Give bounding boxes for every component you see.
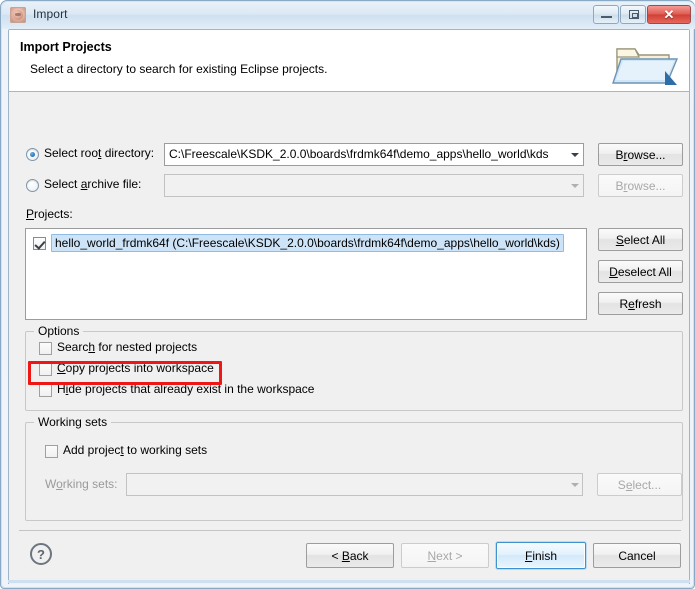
- window-title: Import: [33, 7, 68, 21]
- archive-file-label: Select archive file:: [44, 177, 142, 191]
- restore-icon: [629, 10, 639, 19]
- window-inner: Import ✕ Import Projects Select a direct…: [2, 2, 695, 587]
- browse-archive-label: Browse...: [615, 178, 666, 193]
- checkbox-hide-existing[interactable]: [39, 384, 52, 397]
- label-search-nested: Search for nested projects: [57, 340, 198, 354]
- next-label: Next >: [427, 548, 463, 563]
- checkbox-copy-projects[interactable]: [39, 363, 52, 376]
- browse-root-label: Browse...: [615, 147, 666, 162]
- deselect-all-label: Deselect All: [609, 264, 672, 279]
- select-all-button[interactable]: Select All: [598, 228, 683, 251]
- import-dialog-window: Import ✕ Import Projects Select a direct…: [0, 0, 695, 589]
- list-item[interactable]: hello_world_frdmk64f (C:\Freescale\KSDK_…: [33, 234, 564, 252]
- label-copy-projects: Copy projects into workspace: [57, 361, 214, 375]
- page-title: Import Projects: [20, 40, 112, 54]
- chevron-down-icon-working-sets[interactable]: [571, 483, 579, 487]
- root-directory-combo[interactable]: C:\Freescale\KSDK_2.0.0\boards\frdmk64f\…: [164, 143, 584, 166]
- options-group: Options Search for nested projects Copy …: [25, 324, 683, 411]
- wizard-body: Select root directory: C:\Freescale\KSDK…: [9, 93, 689, 528]
- help-icon[interactable]: ?: [30, 543, 52, 565]
- label-add-to-working-sets: Add project to working sets: [63, 443, 208, 457]
- eclipse-import-icon: [10, 7, 26, 23]
- working-sets-combo[interactable]: [126, 473, 583, 496]
- label-hide-existing: Hide projects that already exist in the …: [57, 382, 315, 396]
- finish-label: Finish: [524, 548, 558, 563]
- project-label: hello_world_frdmk64f (C:\Freescale\KSDK_…: [51, 234, 564, 252]
- cancel-button[interactable]: Cancel: [593, 543, 681, 568]
- back-button[interactable]: < Back: [306, 543, 394, 568]
- radio-archive-file[interactable]: [26, 179, 39, 192]
- browse-archive-button[interactable]: Browse...: [598, 174, 683, 197]
- back-label: < Back: [331, 548, 369, 563]
- minimize-button[interactable]: [593, 5, 619, 24]
- project-checkbox[interactable]: [33, 236, 46, 250]
- finish-button[interactable]: Finish: [496, 542, 586, 569]
- next-button[interactable]: Next >: [401, 543, 489, 568]
- root-directory-value: C:\Freescale\KSDK_2.0.0\boards\frdmk64f\…: [169, 147, 549, 161]
- open-folder-icon: [609, 35, 681, 90]
- title-bar[interactable]: Import ✕: [2, 2, 695, 29]
- select-working-sets-label: Select...: [617, 477, 662, 492]
- chevron-down-icon-archive[interactable]: [571, 184, 579, 188]
- window-controls: ✕: [593, 5, 691, 24]
- working-sets-group-title: Working sets: [34, 415, 112, 429]
- deselect-all-button[interactable]: Deselect All: [598, 260, 683, 283]
- help-glyph: ?: [37, 546, 45, 562]
- minimize-icon: [601, 16, 612, 18]
- close-button[interactable]: ✕: [647, 5, 691, 24]
- cancel-label: Cancel: [618, 548, 656, 563]
- working-sets-group: Working sets Add project to working sets…: [25, 415, 683, 521]
- dialog-client: Import Projects Select a directory to se…: [8, 29, 690, 584]
- projects-label: Projects:: [26, 207, 73, 221]
- page-subtitle: Select a directory to search for existin…: [30, 62, 328, 76]
- maximize-button[interactable]: [620, 5, 646, 24]
- select-working-sets-button[interactable]: Select...: [597, 473, 682, 496]
- archive-file-combo[interactable]: [164, 174, 584, 197]
- footer-separator: [19, 530, 681, 531]
- working-sets-combo-label: Working sets:: [45, 477, 118, 491]
- chevron-down-icon-root[interactable]: [571, 153, 579, 157]
- select-all-label: Select All: [615, 232, 666, 247]
- refresh-button[interactable]: Refresh: [598, 292, 683, 315]
- window-bottom-edge: [8, 580, 690, 583]
- browse-root-button[interactable]: Browse...: [598, 143, 683, 166]
- radio-root-directory[interactable]: [26, 148, 39, 161]
- close-icon: ✕: [663, 6, 675, 22]
- options-group-title: Options: [34, 324, 84, 338]
- root-directory-label: Select root directory:: [44, 146, 155, 160]
- checkbox-add-to-working-sets[interactable]: [45, 445, 58, 458]
- refresh-label: Refresh: [619, 296, 662, 311]
- projects-list[interactable]: hello_world_frdmk64f (C:\Freescale\KSDK_…: [25, 228, 587, 320]
- wizard-header: Import Projects Select a directory to se…: [9, 30, 689, 92]
- checkbox-search-nested[interactable]: [39, 342, 52, 355]
